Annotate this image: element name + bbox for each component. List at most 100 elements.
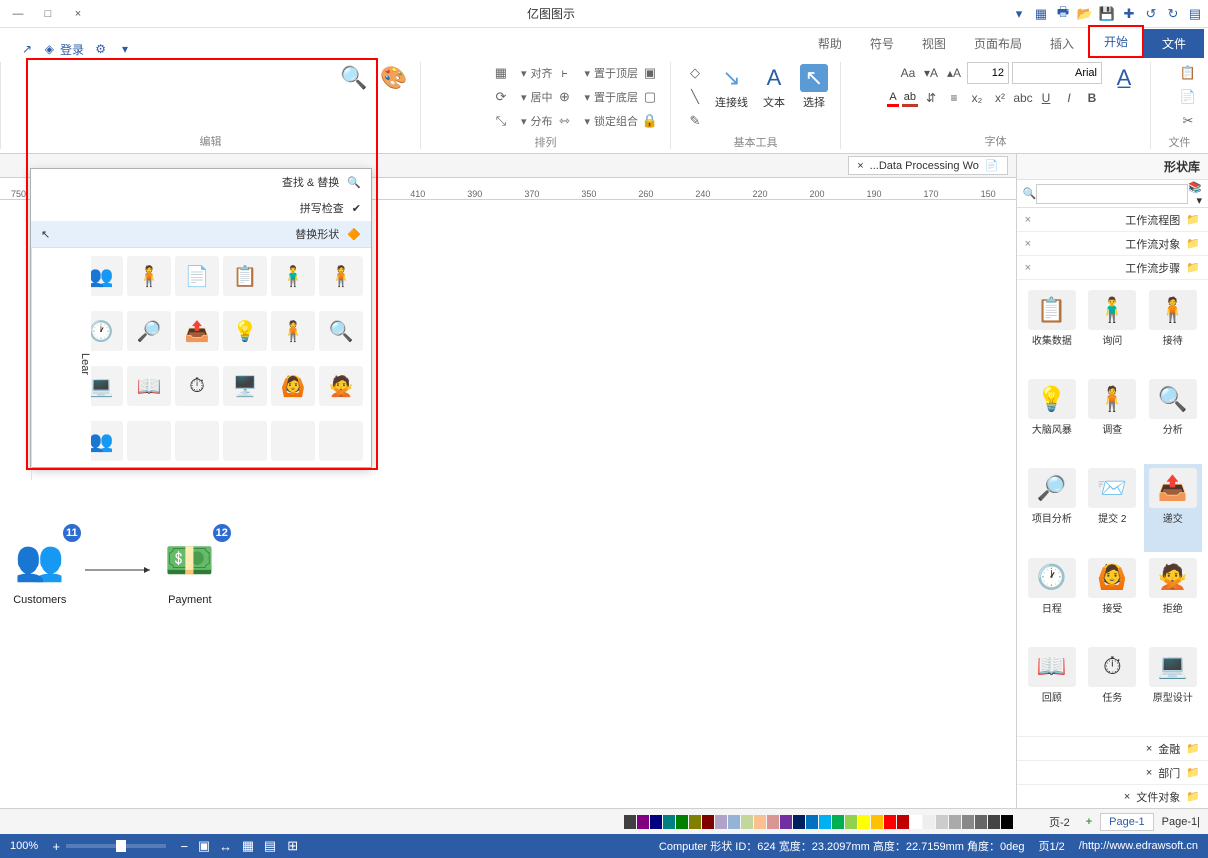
zoom-slider[interactable] xyxy=(66,844,166,848)
search-icon[interactable]: 🔍 xyxy=(1023,187,1037,200)
export-icon[interactable]: ▦ xyxy=(1032,5,1050,23)
dd-shape-thumb[interactable]: 🧍 xyxy=(271,311,315,351)
close-cat-icon[interactable]: × xyxy=(1025,238,1031,250)
underline-button[interactable]: U xyxy=(1036,88,1056,108)
print-icon[interactable]: 🖶 xyxy=(1054,5,1072,23)
dd-shape-thumb[interactable] xyxy=(271,421,315,461)
login-label[interactable]: 登录 xyxy=(60,41,84,58)
color-swatch[interactable] xyxy=(754,815,766,829)
color-swatch[interactable] xyxy=(845,815,857,829)
zoom-out-icon[interactable]: − xyxy=(172,839,188,854)
shape-item[interactable]: 🔎项目分析 xyxy=(1023,464,1081,551)
cat-steps[interactable]: 📁工作流步骤× xyxy=(1017,256,1208,280)
new-icon[interactable]: ✚ xyxy=(1120,5,1138,23)
italic-button[interactable]: I xyxy=(1059,88,1079,108)
color-swatch[interactable] xyxy=(780,815,792,829)
font-case-button[interactable]: Aa xyxy=(898,63,918,83)
color-swatch[interactable] xyxy=(1001,815,1013,829)
font-color-button[interactable]: A xyxy=(887,89,898,107)
shape-item[interactable]: 📨提交 2 xyxy=(1083,464,1141,551)
dd-shape-thumb[interactable]: 📋 xyxy=(223,256,267,296)
gear-icon[interactable]: ⚙ xyxy=(90,42,106,58)
spacing-button[interactable]: ⇵ xyxy=(921,88,941,108)
dd-replace-shape[interactable]: 🔶替换形状↖ xyxy=(31,221,371,247)
save-icon[interactable]: 💾 xyxy=(1098,5,1116,23)
font-size-select[interactable] xyxy=(967,62,1009,84)
lib-icon[interactable]: 📚▾ xyxy=(1188,181,1202,207)
dd-shape-thumb[interactable] xyxy=(175,421,219,461)
color-swatch[interactable] xyxy=(637,815,649,829)
dd-spellcheck[interactable]: ✔拼写检查 xyxy=(31,195,371,221)
close-cat-icon[interactable]: × xyxy=(1124,791,1130,803)
dd-shape-thumb[interactable]: 📖 xyxy=(127,366,171,406)
color-swatch[interactable] xyxy=(676,815,688,829)
center-button[interactable]: ⊕居中▾ xyxy=(517,86,577,108)
redo-icon[interactable]: ↻ xyxy=(1164,5,1182,23)
pen-tool[interactable]: ✎ xyxy=(683,110,707,132)
replace-shape-dropdown[interactable]: 🔍查找 & 替换 ✔拼写检查 🔶替换形状↖ 🧍🧍‍♂️📋📄🧍👥🔍🧍💡📤🔎🕐🙅🙆🖥… xyxy=(30,168,372,468)
color-swatch[interactable] xyxy=(650,815,662,829)
shape-item[interactable]: 🙆接受 xyxy=(1083,554,1141,641)
node-payment[interactable]: 💵 12 Payment xyxy=(155,530,225,606)
color-swatch[interactable] xyxy=(962,815,974,829)
shape-item[interactable]: 🧍接待 xyxy=(1144,286,1202,373)
size-button[interactable]: ⤡ xyxy=(489,110,513,132)
group-button[interactable]: ▦ xyxy=(489,62,513,84)
strike-button[interactable]: abc xyxy=(1013,88,1033,108)
cloud-icon[interactable]: ◈ xyxy=(38,42,54,58)
bullets-button[interactable]: ≡ xyxy=(944,88,964,108)
color-swatch[interactable] xyxy=(728,815,740,829)
dd-shape-thumb[interactable]: 🔎 xyxy=(127,311,171,351)
select-tool[interactable]: ↖选择 xyxy=(796,62,832,112)
dd-shape-thumb[interactable]: 🖥️ xyxy=(223,366,267,406)
shape-item[interactable]: 📤递交 xyxy=(1144,464,1202,551)
lock-button[interactable]: 🔒锁定组合▾ xyxy=(580,110,662,132)
paste-button[interactable]: 📋 xyxy=(1176,62,1200,84)
open-icon[interactable]: 📂 xyxy=(1076,5,1094,23)
color-swatch[interactable] xyxy=(663,815,675,829)
page-2-tab[interactable]: 页-2 xyxy=(1041,812,1078,832)
distribute-button[interactable]: ⇿分布▾ xyxy=(517,110,577,132)
rotate-button[interactable]: ⟳ xyxy=(489,86,513,108)
dd-shape-thumb[interactable]: ⏱ xyxy=(175,366,219,406)
tab-symbol[interactable]: 符号 xyxy=(856,29,908,58)
align-button[interactable]: ⫞对齐▾ xyxy=(517,62,577,84)
color-swatch[interactable] xyxy=(884,815,896,829)
doc-tab-1[interactable]: 📄Data Processing Wo...× xyxy=(848,156,1007,175)
dd-shape-thumb[interactable]: 👥 xyxy=(91,256,123,296)
highlight-button[interactable]: ab xyxy=(902,89,918,107)
close-cat-icon[interactable]: × xyxy=(1146,743,1152,755)
tab-file[interactable]: 文件 xyxy=(1144,29,1204,58)
text-tool[interactable]: A文本 xyxy=(756,62,792,112)
superscript-button[interactable]: x² xyxy=(990,88,1010,108)
color-swatch[interactable] xyxy=(702,815,714,829)
line-tool[interactable]: ╲ xyxy=(683,86,707,108)
qat-dropdown-icon[interactable]: ▾ xyxy=(1010,5,1028,23)
zoom-in-icon[interactable]: + xyxy=(44,839,60,854)
color-swatch[interactable] xyxy=(793,815,805,829)
dd-shape-thumb[interactable]: 🧍‍♂️ xyxy=(271,256,315,296)
color-swatch[interactable] xyxy=(975,815,987,829)
dd-shape-thumb[interactable]: 💻 xyxy=(91,366,123,406)
shape-item[interactable]: 🔍分析 xyxy=(1144,375,1202,462)
dd-shape-thumb[interactable]: 🙅 xyxy=(319,366,363,406)
color-swatch[interactable] xyxy=(897,815,909,829)
tab-help[interactable]: 帮助 xyxy=(804,29,856,58)
login-area[interactable]: ↗ ◈ 登录 ⚙ ▾ xyxy=(16,41,128,58)
color-swatch[interactable] xyxy=(988,815,1000,829)
tab-start[interactable]: 开始 xyxy=(1088,25,1144,58)
color-swatch[interactable] xyxy=(624,815,636,829)
view2-icon[interactable]: ▤ xyxy=(260,838,276,854)
shape-item[interactable]: 🧍‍♂️询问 xyxy=(1083,286,1141,373)
color-swatch[interactable] xyxy=(806,815,818,829)
share-icon[interactable]: ↗ xyxy=(16,42,32,58)
zoom-controls[interactable]: 100% + − ▣ ↔ ▦ ▤ ⊞ xyxy=(10,838,298,854)
style-button[interactable]: 🎨 xyxy=(376,62,412,94)
dd-shape-thumb[interactable]: 📤 xyxy=(175,311,219,351)
shape-item[interactable]: 💡大脑风暴 xyxy=(1023,375,1081,462)
dd-shape-thumb[interactable]: 🙆 xyxy=(271,366,315,406)
maximize-button[interactable]: □ xyxy=(34,3,62,25)
undo-icon[interactable]: ↺ xyxy=(1142,5,1160,23)
color-swatch[interactable] xyxy=(949,815,961,829)
send-back-button[interactable]: ▢置于底层▾ xyxy=(580,86,662,108)
